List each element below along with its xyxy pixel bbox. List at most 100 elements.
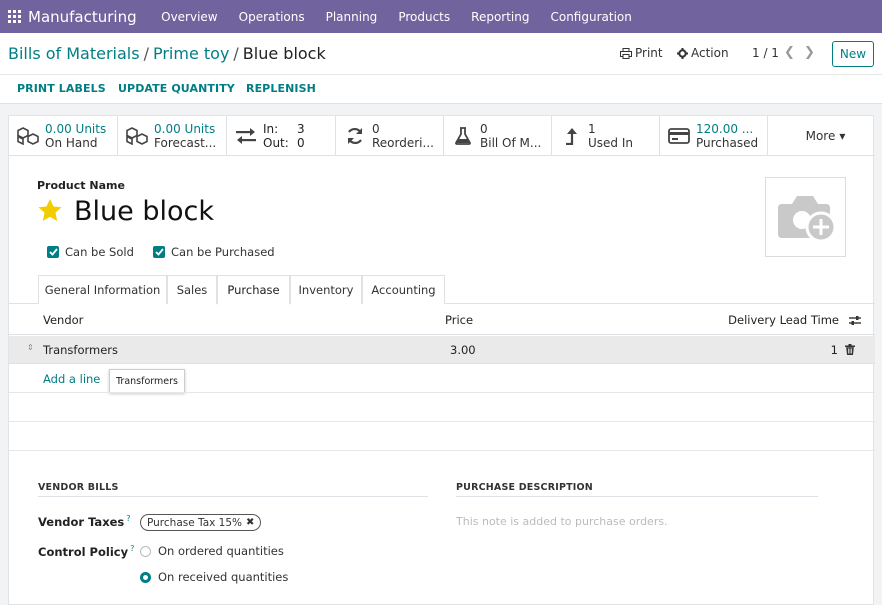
- column-settings-icon[interactable]: [849, 315, 861, 326]
- vendor-bills-title: VENDOR BILLS: [38, 482, 119, 493]
- drag-handle-icon[interactable]: ⇕: [27, 343, 34, 352]
- stat-forecast[interactable]: 0.00 Units Forecast...: [118, 116, 227, 156]
- breadcrumb-separator: /: [143, 44, 149, 63]
- checkbox-checked-icon: [47, 246, 59, 258]
- table-divider: [9, 392, 875, 393]
- vendor-cell[interactable]: Transformers: [43, 343, 118, 357]
- vendor-table-header: Vendor Price Delivery Lead Time: [9, 305, 875, 335]
- stat-in-out[interactable]: In: 3 Out: 0: [227, 116, 336, 156]
- price-column-header[interactable]: Price: [445, 313, 473, 327]
- action-label: Action: [691, 46, 729, 60]
- pager-previous-icon[interactable]: ❮: [784, 45, 795, 60]
- bom-label: Bill Of M...: [480, 136, 542, 150]
- radio-on-ordered-quantities[interactable]: On ordered quantities: [140, 544, 284, 558]
- product-name-field[interactable]: Blue block: [74, 196, 214, 227]
- section-divider: [456, 496, 818, 497]
- radio-checked-icon: [140, 571, 151, 583]
- menu-configuration[interactable]: Configuration: [540, 10, 642, 24]
- refresh-icon: [344, 125, 366, 147]
- menu-planning[interactable]: Planning: [315, 10, 388, 24]
- stat-used-in[interactable]: 1 Used In: [552, 116, 660, 156]
- stat-purchased[interactable]: 120.00 ... Purchased: [660, 116, 768, 156]
- used-in-label: Used In: [588, 136, 633, 150]
- control-panel: Bills of Materials / Prime toy / Blue block …: [0, 33, 882, 75]
- purchase-description-input[interactable]: This note is added to purchase orders.: [456, 515, 668, 528]
- new-button[interactable]: New: [832, 41, 874, 67]
- stat-bill-of-materials[interactable]: 0 Bill Of M...: [444, 116, 552, 156]
- more-button[interactable]: More ▾: [768, 116, 875, 156]
- menu-operations[interactable]: Operations: [228, 10, 315, 24]
- tab-inventory[interactable]: Inventory: [290, 275, 362, 304]
- update-quantity-button[interactable]: UPDATE QUANTITY: [118, 82, 235, 95]
- bom-value: 0: [480, 122, 488, 136]
- forecast-label: Forecast...: [154, 136, 217, 150]
- on-hand-label: On Hand: [45, 136, 98, 150]
- radio-unchecked-icon: [140, 545, 151, 557]
- can-be-sold-checkbox[interactable]: Can be Sold: [47, 245, 134, 259]
- table-row[interactable]: ⇕ Transformers 3.00 1: [9, 336, 875, 364]
- menu-products[interactable]: Products: [388, 10, 461, 24]
- help-tooltip-icon[interactable]: ?: [126, 514, 130, 523]
- can-be-purchased-checkbox[interactable]: Can be Purchased: [153, 245, 275, 259]
- more-label: More: [805, 129, 836, 143]
- radio-label: On ordered quantities: [158, 544, 284, 558]
- caret-down-icon: ▾: [839, 129, 846, 143]
- vendor-tooltip: Transformers: [109, 369, 185, 393]
- purchased-label: Purchased: [696, 136, 759, 150]
- help-tooltip-icon[interactable]: ?: [130, 544, 134, 553]
- form-sheet: 0.00 Units On Hand 0.00 Units Forecast... …: [8, 115, 875, 605]
- in-label: In:: [263, 122, 279, 136]
- stat-buttons: 0.00 Units On Hand 0.00 Units Forecast... …: [9, 116, 875, 156]
- breadcrumb: Bills of Materials / Prime toy / Blue block: [8, 44, 326, 63]
- purchase-description-title: PURCHASE DESCRIPTION: [456, 482, 593, 493]
- replenish-button[interactable]: REPLENISH: [246, 82, 316, 95]
- action-button[interactable]: Action: [677, 46, 729, 60]
- top-navbar: Manufacturing Overview Operations Planni…: [0, 0, 882, 33]
- out-label: Out:: [263, 136, 289, 150]
- favorite-star-icon[interactable]: [37, 198, 63, 223]
- price-cell[interactable]: 3.00: [450, 343, 476, 357]
- camera-plus-icon: [777, 196, 836, 243]
- tab-sales[interactable]: Sales: [167, 275, 217, 304]
- product-image-upload[interactable]: [765, 177, 846, 257]
- vendor-column-header[interactable]: Vendor: [43, 313, 83, 327]
- remove-tag-icon[interactable]: ✖: [246, 517, 254, 528]
- print-label: Print: [635, 46, 663, 60]
- cubes-icon: [126, 125, 148, 147]
- app-name[interactable]: Manufacturing: [28, 8, 137, 26]
- radio-label: On received quantities: [158, 570, 289, 584]
- in-value: 3: [297, 122, 305, 136]
- lead-time-column-header[interactable]: Delivery Lead Time: [728, 313, 839, 327]
- purchased-value: 120.00 ...: [696, 122, 754, 136]
- can-be-purchased-label: Can be Purchased: [171, 245, 275, 259]
- stat-on-hand[interactable]: 0.00 Units On Hand: [9, 116, 118, 156]
- breadcrumb-bills-of-materials[interactable]: Bills of Materials: [8, 44, 140, 63]
- vendor-tax-tag[interactable]: Purchase Tax 15% ✖: [140, 514, 262, 531]
- can-be-sold-label: Can be Sold: [65, 245, 134, 259]
- table-divider: [9, 421, 875, 422]
- print-button[interactable]: Print: [620, 46, 663, 60]
- pager-next-icon[interactable]: ❯: [804, 45, 815, 60]
- stat-reordering[interactable]: 0 Reorderi...: [336, 116, 444, 156]
- tab-accounting[interactable]: Accounting: [362, 275, 445, 304]
- forecast-value: 0.00 Units: [154, 122, 216, 136]
- reordering-value: 0: [372, 122, 380, 136]
- menu-reporting[interactable]: Reporting: [461, 10, 540, 24]
- tab-general-information[interactable]: General Information: [38, 275, 167, 304]
- menu-overview[interactable]: Overview: [151, 10, 229, 24]
- print-labels-button[interactable]: PRINT LABELS: [17, 82, 106, 95]
- trash-icon[interactable]: [845, 344, 855, 355]
- add-line-link[interactable]: Add a line: [43, 372, 100, 386]
- cubes-icon: [17, 125, 39, 147]
- breadcrumb-current: Blue block: [242, 44, 326, 63]
- out-value: 0: [297, 136, 305, 150]
- product-name-label: Product Name: [37, 179, 125, 192]
- breadcrumb-prime-toy[interactable]: Prime toy: [153, 44, 229, 63]
- pager-value[interactable]: 1 / 1: [752, 46, 779, 60]
- lead-time-cell[interactable]: 1: [831, 343, 838, 357]
- apps-menu-icon[interactable]: [2, 0, 26, 33]
- breadcrumb-separator: /: [233, 44, 239, 63]
- tab-purchase[interactable]: Purchase: [217, 275, 290, 305]
- radio-on-received-quantities[interactable]: On received quantities: [140, 570, 288, 584]
- level-up-icon: [560, 125, 582, 147]
